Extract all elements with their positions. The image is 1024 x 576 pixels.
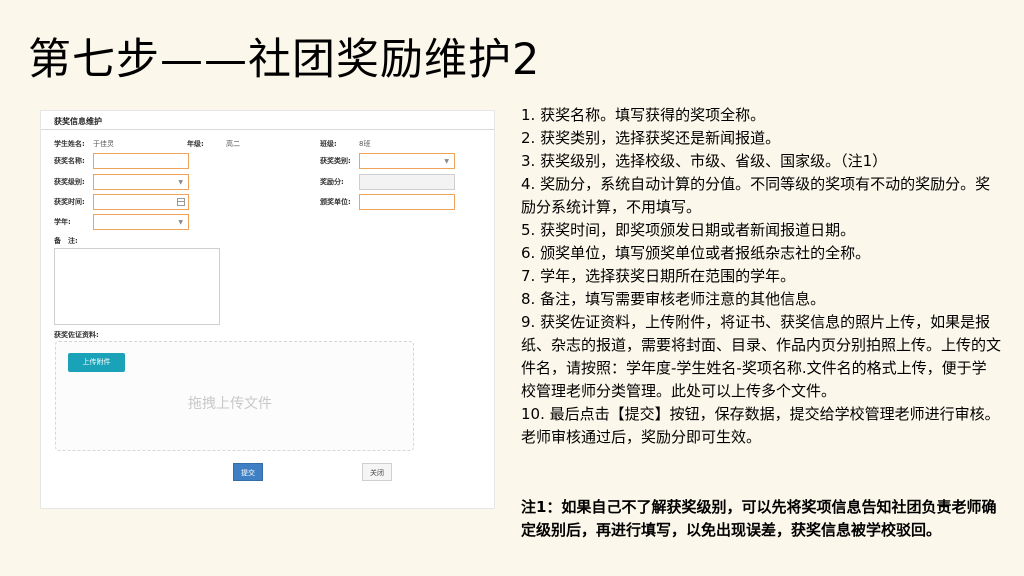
student-name-label: 学生姓名: xyxy=(54,140,85,148)
drag-upload-hint: 拖拽上传文件 xyxy=(188,396,272,412)
award-type-label: 获奖类别: xyxy=(320,157,351,165)
instruction-list: 1. 获奖名称。填写获得的奖项全称。 2. 获奖类别，选择获奖还是新闻报道。 3… xyxy=(521,104,1001,449)
issuer-label: 颁奖单位: xyxy=(320,198,351,206)
submit-button[interactable]: 提交 xyxy=(233,463,263,481)
upload-attachment-button[interactable]: 上传附件 xyxy=(68,353,125,372)
instruction-item: 10. 最后点击【提交】按钮，保存数据，提交给学校管理老师进行审核。老师审核通过… xyxy=(521,405,1000,446)
award-name-label: 获奖名称: xyxy=(54,157,85,165)
award-type-select[interactable]: ▼ xyxy=(359,153,455,169)
chevron-down-icon: ▼ xyxy=(178,219,183,226)
instruction-item: 6. 颁奖单位，填写颁奖单位或者报纸杂志社的全称。 xyxy=(521,244,871,262)
grade-value: 高二 xyxy=(226,140,240,148)
evidence-label: 获奖佐证资料: xyxy=(54,331,99,339)
instruction-item: 4. 奖励分，系统自动计算的分值。不同等级的奖项有不动的奖励分。奖励分系统计算，… xyxy=(521,175,991,216)
instruction-item: 1. 获奖名称。填写获得的奖项全称。 xyxy=(521,106,766,124)
chevron-down-icon: ▼ xyxy=(444,158,449,165)
class-value: 8班 xyxy=(359,140,371,148)
form-title: 获奖信息维护 xyxy=(54,117,102,126)
instruction-item: 9. 获奖佐证资料，上传附件，将证书、获奖信息的照片上传，如果是报纸、杂志的报道… xyxy=(521,313,1002,400)
close-button[interactable]: 关闭 xyxy=(362,463,392,481)
school-year-select[interactable]: ▼ xyxy=(93,214,189,230)
remarks-textarea[interactable] xyxy=(54,248,220,325)
instruction-item: 7. 学年，选择获奖日期所在范围的学年。 xyxy=(521,267,796,285)
reward-points-field xyxy=(359,174,455,190)
student-name-value: 于佳灵 xyxy=(93,140,114,148)
upload-dropzone[interactable]: 上传附件 拖拽上传文件 xyxy=(55,341,414,451)
instruction-item: 3. 获奖级别，选择校级、市级、省级、国家级。（注1） xyxy=(521,152,888,170)
issuer-input[interactable] xyxy=(359,194,455,210)
school-year-label: 学年: xyxy=(54,218,71,226)
grade-label: 年级: xyxy=(187,140,204,148)
note-text: 注1：如果自己不了解获奖级别，可以先将奖项信息告知社团负责老师确定级别后，再进行… xyxy=(521,498,997,539)
award-time-input[interactable] xyxy=(93,194,189,210)
form-header: 获奖信息维护 xyxy=(41,111,494,130)
reward-points-label: 奖励分: xyxy=(320,178,344,186)
award-name-input[interactable] xyxy=(93,153,189,169)
award-level-select[interactable]: ▼ xyxy=(93,174,189,190)
class-label: 班级: xyxy=(320,140,337,148)
slide-title: 第七步——社团奖励维护2 xyxy=(28,35,541,85)
instruction-item: 5. 获奖时间，即奖项颁发日期或者新闻报道日期。 xyxy=(521,221,856,239)
instruction-item: 2. 获奖类别，选择获奖还是新闻报道。 xyxy=(521,129,781,147)
award-time-label: 获奖时间: xyxy=(54,198,85,206)
chevron-down-icon: ▼ xyxy=(178,179,183,186)
calendar-icon[interactable] xyxy=(177,198,185,206)
remarks-label: 备 注: xyxy=(54,237,78,245)
instruction-item: 8. 备注，填写需要审核老师注意的其他信息。 xyxy=(521,290,826,308)
award-level-label: 获奖级别: xyxy=(54,178,85,186)
award-form-screenshot: 获奖信息维护 学生姓名: 于佳灵 年级: 高二 班级: 8班 获奖名称: 获奖类… xyxy=(40,110,495,509)
